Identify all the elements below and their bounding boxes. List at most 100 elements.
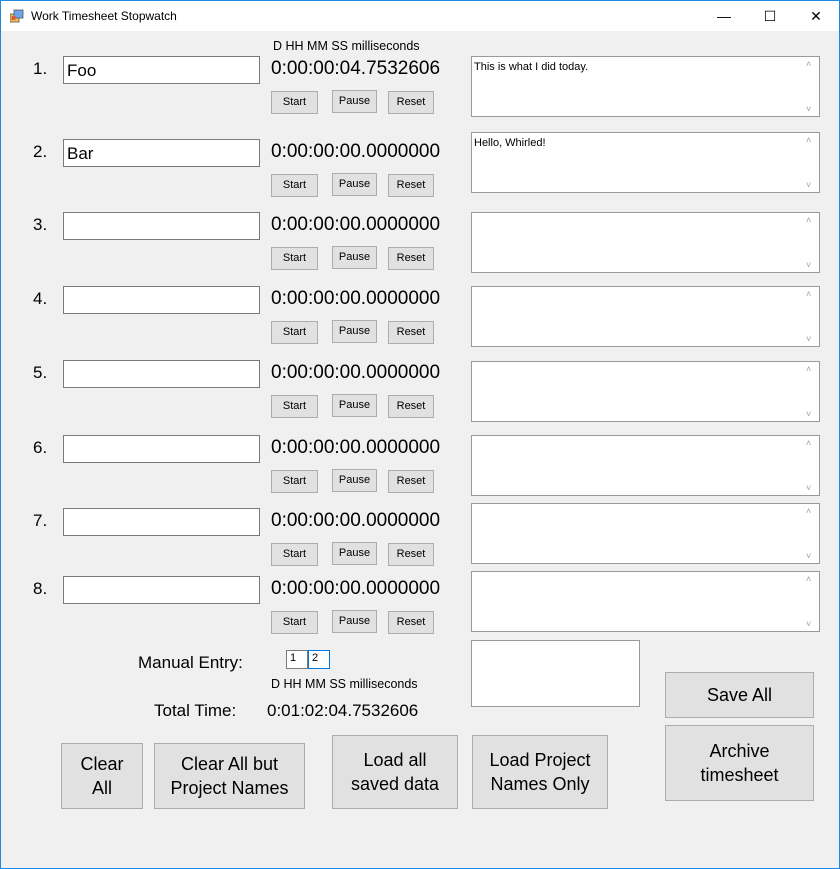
- notes-textarea[interactable]: Hello, Whirled! ˄ ˅: [471, 132, 820, 193]
- elapsed-time: 0:00:00:00.0000000: [271, 288, 441, 309]
- pause-button[interactable]: Pause: [332, 90, 377, 113]
- elapsed-time: 0:00:00:00.0000000: [271, 437, 441, 458]
- load-all-saved-data-button[interactable]: Load all saved data: [332, 735, 458, 809]
- start-button[interactable]: Start: [271, 321, 318, 344]
- reset-button[interactable]: Reset: [388, 543, 434, 566]
- project-name-input[interactable]: [63, 435, 260, 463]
- reset-button[interactable]: Reset: [388, 470, 434, 493]
- start-button[interactable]: Start: [271, 174, 318, 197]
- manual-entry-field-1[interactable]: 1: [286, 650, 308, 669]
- start-button[interactable]: Start: [271, 543, 318, 566]
- start-button[interactable]: Start: [271, 395, 318, 418]
- notes-scrollbar[interactable]: ˄ ˅: [802, 504, 819, 563]
- reset-button[interactable]: Reset: [388, 91, 434, 114]
- project-name-input[interactable]: [63, 508, 260, 536]
- notes-textarea[interactable]: ˄ ˅: [471, 212, 820, 273]
- scroll-up-icon[interactable]: ˄: [806, 438, 811, 448]
- reset-button[interactable]: Reset: [388, 174, 434, 197]
- elapsed-time: 0:00:00:00.0000000: [271, 510, 441, 531]
- reset-button[interactable]: Reset: [388, 247, 434, 270]
- notes-scrollbar[interactable]: ˄ ˅: [802, 362, 819, 421]
- pause-button[interactable]: Pause: [332, 610, 377, 633]
- scroll-up-icon[interactable]: ˄: [806, 574, 811, 584]
- minimize-icon: —: [717, 8, 731, 24]
- scroll-down-icon[interactable]: ˅: [806, 409, 811, 419]
- reset-button[interactable]: Reset: [388, 321, 434, 344]
- project-name-input[interactable]: [63, 360, 260, 388]
- project-name-input[interactable]: Bar: [63, 139, 260, 167]
- notes-textarea[interactable]: This is what I did today. ˄ ˅: [471, 56, 820, 117]
- notes-scrollbar[interactable]: ˄ ˅: [802, 287, 819, 346]
- app-icon: [10, 9, 24, 23]
- notes-scrollbar[interactable]: ˄ ˅: [802, 57, 819, 116]
- pause-button[interactable]: Pause: [332, 394, 377, 417]
- window-title: Work Timesheet Stopwatch: [31, 9, 177, 23]
- title-bar: Work Timesheet Stopwatch — ☐ ✕: [1, 1, 839, 31]
- notes-textarea[interactable]: ˄ ˅: [471, 435, 820, 496]
- scroll-up-icon[interactable]: ˄: [806, 289, 811, 299]
- notes-textarea[interactable]: ˄ ˅: [471, 361, 820, 422]
- notes-text: Hello, Whirled!: [474, 137, 546, 149]
- scroll-up-icon[interactable]: ˄: [806, 364, 811, 374]
- notes-textarea[interactable]: ˄ ˅: [471, 286, 820, 347]
- notes-scrollbar[interactable]: ˄ ˅: [802, 213, 819, 272]
- reset-button[interactable]: Reset: [388, 611, 434, 634]
- pause-button[interactable]: Pause: [332, 320, 377, 343]
- scroll-down-icon[interactable]: ˅: [806, 104, 811, 114]
- clear-all-but-project-names-button[interactable]: Clear All but Project Names: [154, 743, 305, 809]
- pause-button[interactable]: Pause: [332, 469, 377, 492]
- total-time-value: 0:01:02:04.7532606: [267, 701, 419, 720]
- load-project-names-only-button[interactable]: Load Project Names Only: [472, 735, 608, 809]
- save-all-button[interactable]: Save All: [665, 672, 814, 718]
- start-button[interactable]: Start: [271, 470, 318, 493]
- row-number: 2.: [33, 142, 48, 161]
- client-area: D HH MM SS milliseconds 1. Foo 0:00:00:04.…: [1, 31, 839, 868]
- minimize-button[interactable]: —: [701, 1, 747, 31]
- scroll-down-icon[interactable]: ˅: [806, 551, 811, 561]
- start-button[interactable]: Start: [271, 247, 318, 270]
- start-button[interactable]: Start: [271, 91, 318, 114]
- time-format-header: D HH MM SS milliseconds: [273, 39, 420, 53]
- scroll-up-icon[interactable]: ˄: [806, 59, 811, 69]
- project-name-input[interactable]: Foo: [63, 56, 260, 84]
- project-name-input[interactable]: [63, 286, 260, 314]
- scroll-down-icon[interactable]: ˅: [806, 334, 811, 344]
- elapsed-time: 0:00:00:00.0000000: [271, 141, 441, 162]
- scroll-up-icon[interactable]: ˄: [806, 135, 811, 145]
- manual-entry-label: Manual Entry:: [138, 653, 243, 672]
- notes-text: This is what I did today.: [474, 61, 589, 73]
- row-number: 3.: [33, 215, 48, 234]
- close-button[interactable]: ✕: [793, 1, 839, 31]
- scroll-up-icon[interactable]: ˄: [806, 506, 811, 516]
- pause-button[interactable]: Pause: [332, 246, 377, 269]
- total-time-label: Total Time:: [154, 701, 237, 720]
- reset-button[interactable]: Reset: [388, 395, 434, 418]
- notes-scrollbar[interactable]: ˄ ˅: [802, 436, 819, 495]
- notes-textarea[interactable]: ˄ ˅: [471, 571, 820, 632]
- elapsed-time: 0:00:00:04.7532606: [271, 58, 441, 79]
- start-button[interactable]: Start: [271, 611, 318, 634]
- project-name-input[interactable]: [63, 212, 260, 240]
- archive-timesheet-button[interactable]: Archive timesheet: [665, 725, 814, 801]
- clear-all-button[interactable]: Clear All: [61, 743, 143, 809]
- scroll-down-icon[interactable]: ˅: [806, 180, 811, 190]
- scroll-down-icon[interactable]: ˅: [806, 483, 811, 493]
- project-name-input[interactable]: [63, 576, 260, 604]
- notes-textarea[interactable]: ˄ ˅: [471, 503, 820, 564]
- scroll-down-icon[interactable]: ˅: [806, 619, 811, 629]
- close-icon: ✕: [810, 8, 822, 24]
- notes-scrollbar[interactable]: ˄ ˅: [802, 133, 819, 192]
- scroll-up-icon[interactable]: ˄: [806, 215, 811, 225]
- elapsed-time: 0:00:00:00.0000000: [271, 214, 441, 235]
- pause-button[interactable]: Pause: [332, 173, 377, 196]
- row-number: 4.: [33, 289, 48, 308]
- row-number: 6.: [33, 438, 48, 457]
- scroll-down-icon[interactable]: ˅: [806, 260, 811, 270]
- notes-scrollbar[interactable]: ˄ ˅: [802, 572, 819, 631]
- manual-entry-field-2[interactable]: 2: [308, 650, 330, 669]
- manual-notes-box[interactable]: [471, 640, 640, 707]
- pause-button[interactable]: Pause: [332, 542, 377, 565]
- elapsed-time: 0:00:00:00.0000000: [271, 362, 441, 383]
- row-number: 7.: [33, 511, 48, 530]
- maximize-button[interactable]: ☐: [747, 1, 793, 31]
